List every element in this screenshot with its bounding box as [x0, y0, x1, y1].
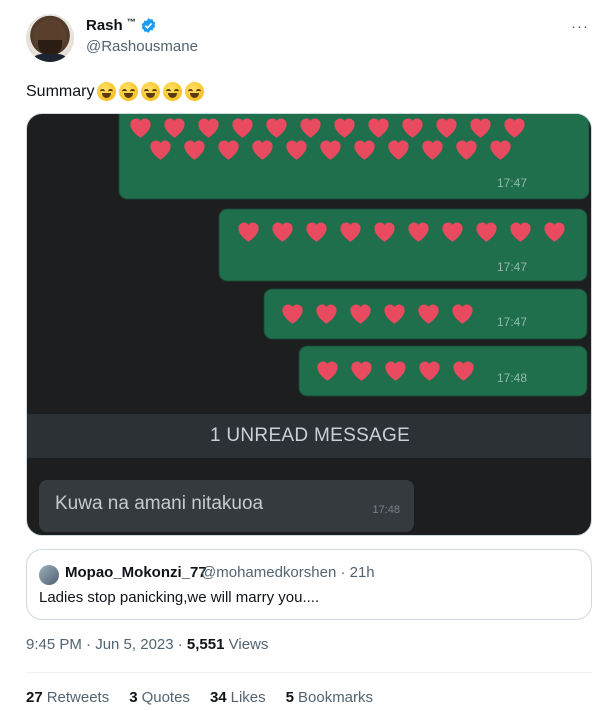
- tweet-text-content: Summary: [26, 82, 95, 100]
- heart-emoji-icon: [303, 218, 330, 243]
- divider: [26, 672, 592, 673]
- quotes-count: 3: [129, 689, 138, 706]
- heart-emoji-icon: [337, 218, 364, 243]
- message-timestamp: 17:47: [497, 315, 528, 329]
- retweets-stat[interactable]: 27 Retweets: [26, 689, 109, 706]
- quoted-tweet[interactable]: Mopao_Mokonzi_77 @mohamedkorshen · 21h L…: [26, 549, 592, 620]
- laughing-tears-emoji-icon: [141, 82, 161, 101]
- heart-emoji-icon: [283, 136, 310, 161]
- heart-emoji-icon: [235, 218, 262, 243]
- heart-emoji-icon: [249, 136, 276, 161]
- quotes-label: Quotes: [141, 689, 190, 706]
- heart-emoji-icon: [449, 300, 476, 325]
- heart-emoji-icon: [541, 218, 568, 243]
- heart-emoji-icon: [279, 300, 306, 325]
- hearts-row: [279, 300, 476, 325]
- heart-emoji-icon: [381, 300, 408, 325]
- incoming-message-time: 17:48: [372, 504, 400, 516]
- incoming-chat-bubble: Kuwa na amani nitakuoa 17:48: [39, 480, 414, 532]
- bookmarks-stat[interactable]: 5 Bookmarks: [286, 689, 373, 706]
- tweet-text: Summary: [26, 82, 205, 101]
- quoted-author-avatar: [39, 565, 59, 585]
- author-handle[interactable]: @Rashousmane: [86, 38, 198, 55]
- retweets-label: Retweets: [46, 689, 110, 706]
- laughing-tears-emoji-icon: [119, 82, 139, 101]
- heart-emoji-icon: [147, 136, 174, 161]
- heart-emoji-icon: [419, 136, 446, 161]
- author-name-row[interactable]: Rash ™: [86, 17, 157, 34]
- heart-emoji-icon: [473, 218, 500, 243]
- more-dots-icon[interactable]: ···: [571, 18, 589, 35]
- heart-emoji-icon: [215, 136, 242, 161]
- tweet-media-image[interactable]: 17:47 17:47 17:47 17:48 1 UNREAD MESSAGE…: [26, 113, 592, 536]
- heart-emoji-icon: [416, 357, 443, 382]
- views-label: Views: [224, 636, 269, 653]
- likes-label: Likes: [230, 689, 266, 706]
- heart-emoji-icon: [351, 136, 378, 161]
- heart-emoji-icon: [439, 218, 466, 243]
- laughing-tears-emoji-icon: [185, 82, 205, 101]
- heart-emoji-icon: [313, 300, 340, 325]
- heart-emoji-icon: [507, 218, 534, 243]
- message-timestamp: 17:47: [497, 260, 528, 274]
- verified-badge-icon: [141, 18, 155, 33]
- heart-emoji-icon: [269, 218, 296, 243]
- tweet-meta: 9:45 PM · Jun 5, 2023 · 5,551 Views: [26, 636, 268, 653]
- heart-emoji-icon: [347, 300, 374, 325]
- unread-message-divider: 1 UNREAD MESSAGE: [27, 414, 591, 458]
- quoted-tweet-text: Ladies stop panicking,we will marry you.…: [39, 589, 320, 606]
- message-timestamp: 17:47: [497, 176, 528, 190]
- message-timestamp: 17:48: [497, 371, 528, 385]
- heart-emoji-icon: [348, 357, 375, 382]
- heart-emoji-icon: [450, 357, 477, 382]
- quotes-stat[interactable]: 3 Quotes: [129, 689, 190, 706]
- heart-emoji-icon: [382, 357, 409, 382]
- views-count: 5,551: [186, 636, 225, 653]
- hearts-row: [314, 357, 477, 382]
- avatar-shirt: [30, 54, 70, 62]
- heart-emoji-icon: [453, 136, 480, 161]
- heart-emoji-icon: [317, 136, 344, 161]
- author-name[interactable]: Rash: [86, 17, 123, 34]
- bookmarks-count: 5: [285, 689, 294, 706]
- retweets-count: 27: [26, 689, 43, 706]
- likes-count: 34: [209, 689, 227, 706]
- incoming-message-text: Kuwa na amani nitakuoa: [55, 493, 264, 514]
- heart-emoji-icon: [487, 136, 514, 161]
- tweet-timestamp[interactable]: 9:45 PM · Jun 5, 2023 ·: [26, 636, 187, 653]
- heart-emoji-icon: [371, 218, 398, 243]
- heart-emoji-icon: [385, 136, 412, 161]
- heart-emoji-icon: [181, 136, 208, 161]
- hearts-row: [147, 136, 514, 161]
- quoted-author-handle: @mohamedkorshen · 21h: [201, 564, 375, 581]
- quoted-author-name: Mopao_Mokonzi_77: [65, 564, 207, 581]
- likes-stat[interactable]: 34 Likes: [210, 689, 266, 706]
- trademark-mark: ™: [126, 16, 136, 27]
- heart-emoji-icon: [405, 218, 432, 243]
- laughing-tears-emoji-icon: [97, 82, 117, 101]
- heart-emoji-icon: [415, 300, 442, 325]
- bookmarks-label: Bookmarks: [298, 689, 374, 706]
- author-avatar[interactable]: [26, 14, 74, 62]
- hearts-row: [235, 218, 568, 243]
- engagement-stats: 27 Retweets 3 Quotes 34 Likes 5 Bookmarks: [26, 689, 373, 706]
- heart-emoji-icon: [314, 357, 341, 382]
- laughing-tears-emoji-icon: [163, 82, 183, 101]
